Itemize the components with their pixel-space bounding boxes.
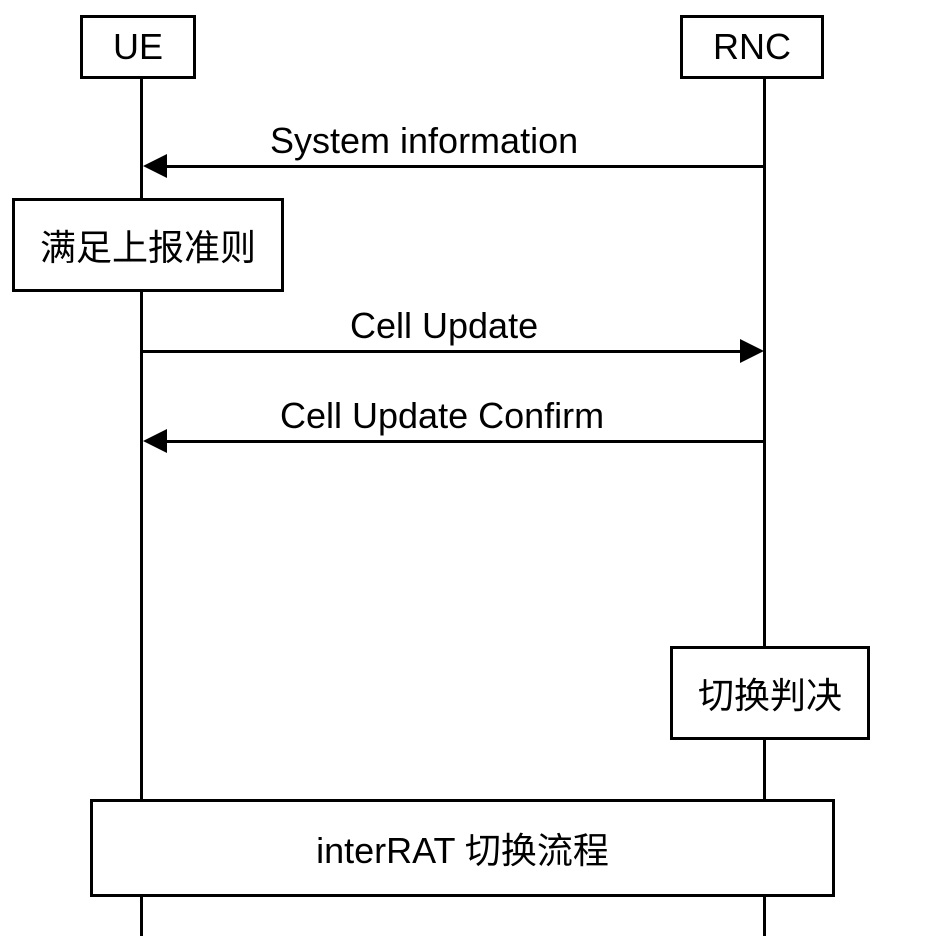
sequence-diagram: UE RNC System information 满足上报准则 Cell Up…: [0, 0, 926, 946]
arrow-head-system-info: [143, 154, 167, 178]
message-cell-update-confirm-label: Cell Update Confirm: [280, 395, 604, 437]
participant-ue: UE: [80, 15, 196, 79]
arrow-head-cell-update: [740, 339, 764, 363]
process-label: interRAT 切换流程: [316, 830, 609, 871]
participant-rnc-label: RNC: [713, 26, 791, 67]
arrow-system-info: [163, 165, 763, 168]
lifeline-ue-2: [140, 286, 143, 799]
lifeline-ue: [140, 78, 143, 198]
participant-rnc: RNC: [680, 15, 824, 79]
message-cell-update-label: Cell Update: [350, 305, 538, 347]
arrow-cell-update: [143, 350, 743, 353]
rnc-action-box: 切换判决: [670, 646, 870, 740]
process-box: interRAT 切换流程: [90, 799, 835, 897]
message-system-info-label: System information: [270, 120, 578, 162]
rnc-action-label: 切换判决: [698, 675, 842, 716]
ue-action-box: 满足上报准则: [12, 198, 284, 292]
arrow-head-cell-update-confirm: [143, 429, 167, 453]
ue-action-label: 满足上报准则: [40, 227, 256, 268]
lifeline-rnc-2: [763, 736, 766, 799]
arrow-cell-update-confirm: [163, 440, 763, 443]
participant-ue-label: UE: [113, 26, 163, 67]
